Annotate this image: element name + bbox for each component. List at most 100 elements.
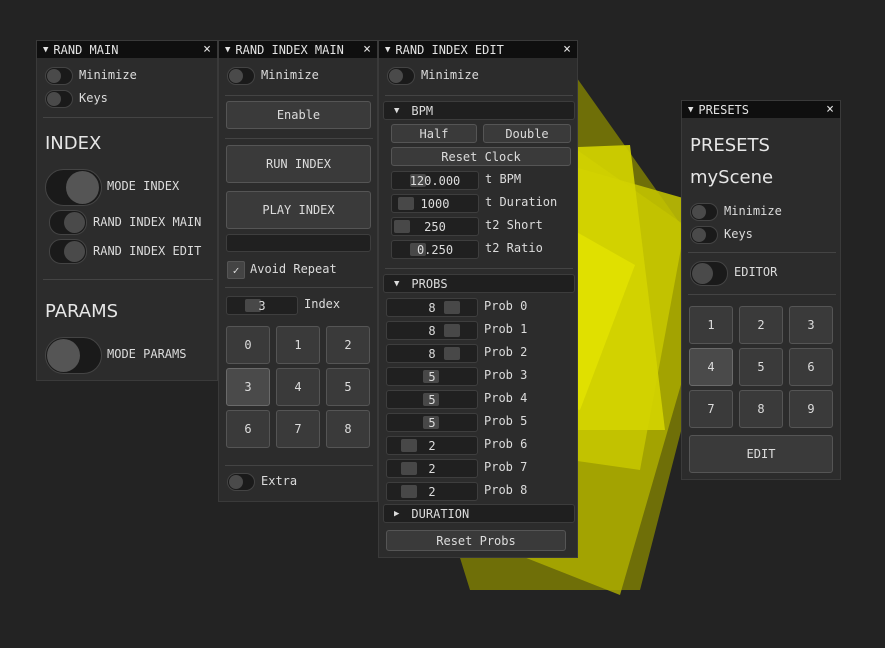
- prob-slider[interactable]: 2: [386, 436, 478, 455]
- index-5-button[interactable]: 5: [326, 368, 370, 406]
- close-icon[interactable]: ×: [563, 42, 571, 57]
- close-icon[interactable]: ×: [363, 42, 371, 57]
- prob-value: 8: [428, 346, 436, 361]
- preset-8-button[interactable]: 8: [739, 390, 783, 428]
- preset-5-button[interactable]: 5: [739, 348, 783, 386]
- index-heading: INDEX: [45, 133, 102, 154]
- bpm-param-slider[interactable]: 1000: [391, 194, 479, 213]
- prob-value: 2: [428, 438, 436, 453]
- index-1-button[interactable]: 1: [276, 326, 320, 364]
- preset-3-button[interactable]: 3: [789, 306, 833, 344]
- rand-index-main-panel: ▼ RAND INDEX MAIN × Minimize Enable RUN …: [218, 40, 378, 502]
- index-4-button[interactable]: 4: [276, 368, 320, 406]
- prob-slider[interactable]: 2: [386, 459, 478, 478]
- index-7-button[interactable]: 7: [276, 410, 320, 448]
- mode-params-toggle[interactable]: [45, 337, 102, 374]
- run-index-button[interactable]: RUN INDEX: [226, 145, 371, 183]
- prob-value: 5: [428, 392, 436, 407]
- extra-toggle[interactable]: [227, 473, 255, 491]
- bpm-param-slider[interactable]: 120.000: [391, 171, 479, 190]
- collapse-triangle-icon[interactable]: ▼: [688, 105, 693, 115]
- minimize-toggle[interactable]: [690, 203, 718, 221]
- reset-clock-button[interactable]: Reset Clock: [391, 147, 571, 166]
- rand-index-edit-toggle[interactable]: [49, 239, 87, 264]
- prob-slider[interactable]: 5: [386, 390, 478, 409]
- prob-slider[interactable]: 5: [386, 413, 478, 432]
- mode-params-label: MODE PARAMS: [107, 347, 187, 361]
- prob-label: Prob 7: [484, 460, 528, 474]
- half-button[interactable]: Half: [391, 124, 477, 143]
- expand-triangle-icon: ▶: [394, 508, 400, 519]
- editor-toggle[interactable]: [690, 261, 728, 286]
- rand-index-main-title: RAND INDEX MAIN: [235, 42, 344, 57]
- collapse-triangle-icon[interactable]: ▼: [43, 45, 48, 55]
- bpm-param-slider[interactable]: 0.250: [391, 240, 479, 259]
- index-2-button[interactable]: 2: [326, 326, 370, 364]
- keys-label: Keys: [79, 91, 108, 105]
- prob-label: Prob 8: [484, 483, 528, 497]
- preset-7-button[interactable]: 7: [689, 390, 733, 428]
- divider: [225, 287, 373, 288]
- index-0-button[interactable]: 0: [226, 326, 270, 364]
- probs-section-header[interactable]: ▼ PROBS: [383, 274, 575, 293]
- play-index-button[interactable]: PLAY INDEX: [226, 191, 371, 229]
- divider: [385, 95, 573, 96]
- bpm-param-value: 250: [424, 219, 446, 234]
- index-slider[interactable]: 3: [226, 296, 298, 315]
- prob-label: Prob 3: [484, 368, 528, 382]
- prob-label: Prob 5: [484, 414, 528, 428]
- minimize-toggle[interactable]: [387, 67, 415, 85]
- index-8-button[interactable]: 8: [326, 410, 370, 448]
- extra-label: Extra: [261, 474, 298, 488]
- prob-value: 2: [428, 484, 436, 499]
- enable-button[interactable]: Enable: [226, 101, 371, 129]
- double-button[interactable]: Double: [483, 124, 571, 143]
- minimize-label: Minimize: [79, 68, 137, 82]
- preset-1-button[interactable]: 1: [689, 306, 733, 344]
- reset-probs-button[interactable]: Reset Probs: [386, 530, 566, 551]
- rand-index-edit-titlebar[interactable]: ▼ RAND INDEX EDIT ×: [379, 41, 577, 58]
- preset-2-button[interactable]: 2: [739, 306, 783, 344]
- divider: [225, 465, 373, 466]
- presets-titlebar[interactable]: ▼ PRESETS ×: [682, 101, 840, 118]
- duration-section-header[interactable]: ▶ DURATION: [383, 504, 575, 523]
- prob-slider[interactable]: 8: [386, 344, 478, 363]
- presets-title: PRESETS: [698, 102, 749, 117]
- bpm-param-slider[interactable]: 250: [391, 217, 479, 236]
- edit-button[interactable]: EDIT: [689, 435, 833, 473]
- prob-label: Prob 2: [484, 345, 528, 359]
- close-icon[interactable]: ×: [826, 102, 834, 117]
- rand-index-main-titlebar[interactable]: ▼ RAND INDEX MAIN ×: [219, 41, 377, 58]
- rand-main-titlebar[interactable]: ▼ RAND MAIN ×: [37, 41, 217, 58]
- divider: [385, 268, 573, 269]
- prob-label: Prob 0: [484, 299, 528, 313]
- presets-panel: ▼ PRESETS × PRESETS myScene Minimize Key…: [681, 100, 841, 480]
- keys-toggle[interactable]: [45, 90, 73, 108]
- avoid-repeat-checkbox[interactable]: ✓: [227, 261, 245, 279]
- collapse-triangle-icon[interactable]: ▼: [225, 45, 230, 55]
- prob-slider[interactable]: 5: [386, 367, 478, 386]
- minimize-label: Minimize: [724, 204, 782, 218]
- preset-4-button[interactable]: 4: [689, 348, 733, 386]
- keys-toggle[interactable]: [690, 226, 718, 244]
- close-icon[interactable]: ×: [203, 42, 211, 57]
- prob-slider[interactable]: 8: [386, 321, 478, 340]
- prob-slider[interactable]: 8: [386, 298, 478, 317]
- bpm-section-header[interactable]: ▼ BPM: [383, 101, 575, 120]
- prob-slider[interactable]: 2: [386, 482, 478, 501]
- divider: [225, 95, 373, 96]
- bpm-param-label: t2 Ratio: [485, 241, 543, 255]
- minimize-toggle[interactable]: [45, 67, 73, 85]
- avoid-repeat-label: Avoid Repeat: [250, 262, 337, 276]
- bpm-param-label: t Duration: [485, 195, 558, 209]
- progress-bar: [226, 234, 371, 252]
- minimize-toggle[interactable]: [227, 67, 255, 85]
- collapse-triangle-icon[interactable]: ▼: [385, 45, 390, 55]
- rand-index-main-toggle[interactable]: [49, 210, 87, 235]
- index-3-button[interactable]: 3: [226, 368, 270, 406]
- minimize-label: Minimize: [421, 68, 479, 82]
- preset-9-button[interactable]: 9: [789, 390, 833, 428]
- index-6-button[interactable]: 6: [226, 410, 270, 448]
- mode-index-toggle[interactable]: [45, 169, 102, 206]
- preset-6-button[interactable]: 6: [789, 348, 833, 386]
